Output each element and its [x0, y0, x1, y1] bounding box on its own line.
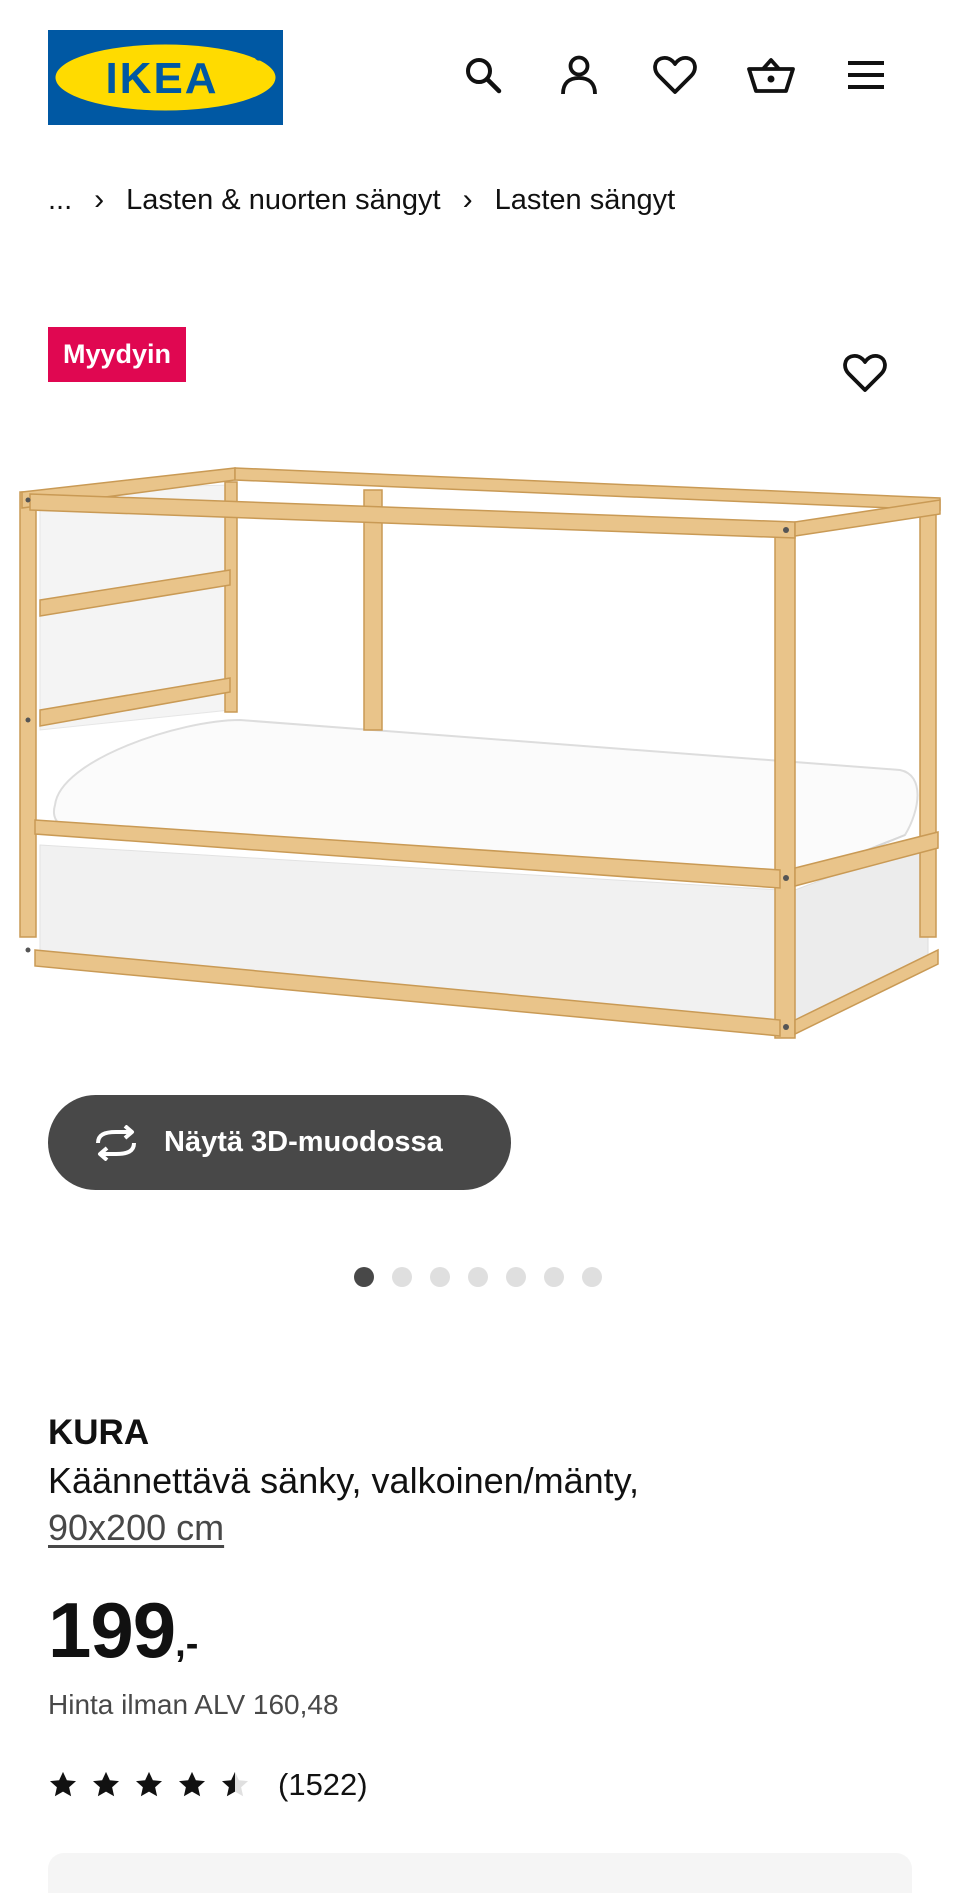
view-3d-label: Näytä 3D-muodossa [164, 1126, 443, 1158]
favourite-heart-icon[interactable] [840, 348, 890, 398]
breadcrumb-ellipsis[interactable]: ... [48, 184, 72, 217]
carousel-dot[interactable] [354, 1267, 374, 1287]
breadcrumb: ... › Lasten & nuorten sängyt › Lasten s… [48, 178, 675, 222]
price-suffix: ,- [175, 1623, 199, 1665]
search-icon[interactable] [458, 50, 508, 100]
basket-icon[interactable] [746, 50, 796, 100]
menu-icon[interactable] [841, 50, 891, 100]
half-star-icon [222, 1771, 248, 1797]
account-icon[interactable] [554, 50, 604, 100]
star-icon [93, 1771, 119, 1797]
carousel-dot[interactable] [582, 1267, 602, 1287]
carousel-dot[interactable] [430, 1267, 450, 1287]
review-count: (1522) [278, 1767, 368, 1802]
bestseller-badge: Myydyin [48, 327, 187, 382]
breadcrumb-item-kids-teen-beds[interactable]: Lasten & nuorten sängyt [126, 184, 440, 217]
carousel-dot[interactable] [392, 1267, 412, 1287]
svg-text:IKEA: IKEA [105, 54, 218, 103]
site-header: IKEA [0, 0, 960, 155]
chevron-right-icon: › [462, 183, 473, 216]
product-price: 199 ,- [48, 1585, 198, 1675]
price-amount: 199 [48, 1586, 176, 1674]
product-description: Käännettävä sänky, valkoinen/mänty, [48, 1460, 640, 1501]
star-icon [50, 1771, 76, 1797]
product-size-link[interactable]: 90x200 cm [48, 1507, 224, 1549]
view-3d-button[interactable]: Näytä 3D-muodossa [48, 1095, 511, 1190]
product-rating[interactable]: (1522) [48, 1765, 368, 1805]
star-icon [136, 1771, 162, 1797]
breadcrumb-item-kids-beds[interactable]: Lasten sängyt [495, 184, 676, 217]
heart-icon[interactable] [650, 50, 700, 100]
carousel-dot[interactable] [506, 1267, 526, 1287]
product-name: KURA [48, 1413, 150, 1452]
product-image[interactable] [0, 430, 960, 1110]
price-without-vat: Hinta ilman ALV 160,48 [48, 1689, 339, 1720]
carousel-dot[interactable] [544, 1267, 564, 1287]
ikea-logo[interactable]: IKEA [48, 30, 283, 125]
chevron-right-icon: › [94, 183, 105, 216]
carousel-dot[interactable] [468, 1267, 488, 1287]
image-carousel-dots [354, 1267, 602, 1287]
rotate-3d-icon [90, 1124, 142, 1161]
star-icon [179, 1771, 205, 1797]
rating-stars [48, 1770, 250, 1800]
next-section-card [48, 1853, 912, 1893]
